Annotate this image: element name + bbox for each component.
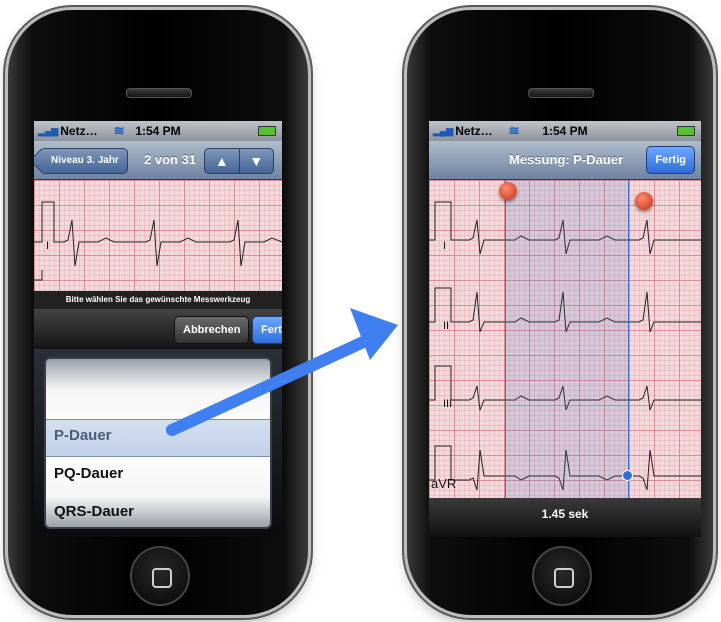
home-button[interactable] [130, 546, 190, 606]
earpiece [528, 88, 594, 98]
measurement-title: Messung: P-Dauer [509, 152, 624, 167]
wifi-icon: ≋ [508, 123, 520, 138]
lead-label: III [443, 398, 453, 410]
caliper-region [505, 180, 629, 498]
lead-label: II [443, 320, 450, 332]
picker-item[interactable]: PQ-Dauer [54, 465, 123, 482]
ecg-strip[interactable]: I [34, 180, 282, 291]
tool-picker[interactable]: P-Dauer PQ-Dauer QRS-Dauer [44, 357, 272, 529]
battery-icon [258, 126, 276, 136]
right-screen: ▂▄▆ Netz… ≋ 1:54 PM Messung: P-Dauer Fer… [429, 121, 701, 537]
navigation-bar: Messung: P-Dauer Fertig [429, 141, 701, 180]
measurement-value: 1.45 sek [541, 507, 589, 521]
right-iphone-frame: ▂▄▆ Netz… ≋ 1:54 PM Messung: P-Dauer Fer… [407, 10, 713, 615]
status-bar: ▂▄▆ Netz… ≋ 1:54 PM [429, 121, 701, 141]
wifi-icon: ≋ [113, 123, 125, 138]
ecg-strip[interactable]: I II III aVR [429, 180, 701, 498]
tool-prompt-text: Bitte wählen Sie das gewünschte Messwerk… [65, 295, 251, 304]
signal-icon: ▂▄▆ [433, 125, 454, 136]
done-button[interactable]: Fertig [646, 146, 695, 174]
pin-right-icon[interactable] [635, 192, 653, 210]
signal-icon: ▂▄▆ [38, 125, 59, 136]
down-arrow-icon[interactable]: ▼ [238, 149, 274, 173]
up-arrow-icon[interactable]: ▲ [205, 149, 239, 173]
picker-toolbar: Abbrechen Fertig [34, 309, 282, 349]
home-icon [152, 568, 172, 588]
picker-item[interactable]: QRS-Dauer [54, 503, 134, 520]
page-nav-segment[interactable]: ▲ ▼ [204, 148, 274, 174]
status-bar: ▂▄▆ Netz… ≋ 1:54 PM [34, 121, 282, 141]
carrier-name: Netz… [455, 124, 493, 138]
lead-label: I [443, 240, 447, 252]
lead-label: aVR [431, 476, 457, 491]
battery-icon [677, 126, 695, 136]
cancel-button[interactable]: Abbrechen [174, 316, 250, 344]
page-counter: 2 von 31 [144, 152, 197, 167]
pin-left-icon[interactable] [499, 182, 517, 200]
picker-item[interactable]: P-Dauer [54, 427, 112, 444]
back-button[interactable]: Niveau 3. Jahr [40, 148, 128, 174]
lead-label: I [46, 240, 50, 252]
left-screen: ▂▄▆ Netz… ≋ 1:54 PM Niveau 3. Jahr 2 von… [34, 121, 282, 537]
earpiece [126, 88, 192, 98]
measurement-bar: 1.45 sek [429, 498, 701, 537]
home-button[interactable] [532, 546, 592, 606]
ecg-trace [34, 201, 282, 281]
carrier-name: Netz… [60, 124, 98, 138]
home-icon [554, 568, 574, 588]
navigation-bar: Niveau 3. Jahr 2 von 31 ▲ ▼ [34, 141, 282, 180]
caliper-handle-icon[interactable] [622, 470, 633, 481]
left-iphone-frame: ▂▄▆ Netz… ≋ 1:54 PM Niveau 3. Jahr 2 von… [8, 10, 308, 615]
picker-background: P-Dauer PQ-Dauer QRS-Dauer [34, 349, 282, 537]
done-button[interactable]: Fertig [252, 316, 282, 344]
